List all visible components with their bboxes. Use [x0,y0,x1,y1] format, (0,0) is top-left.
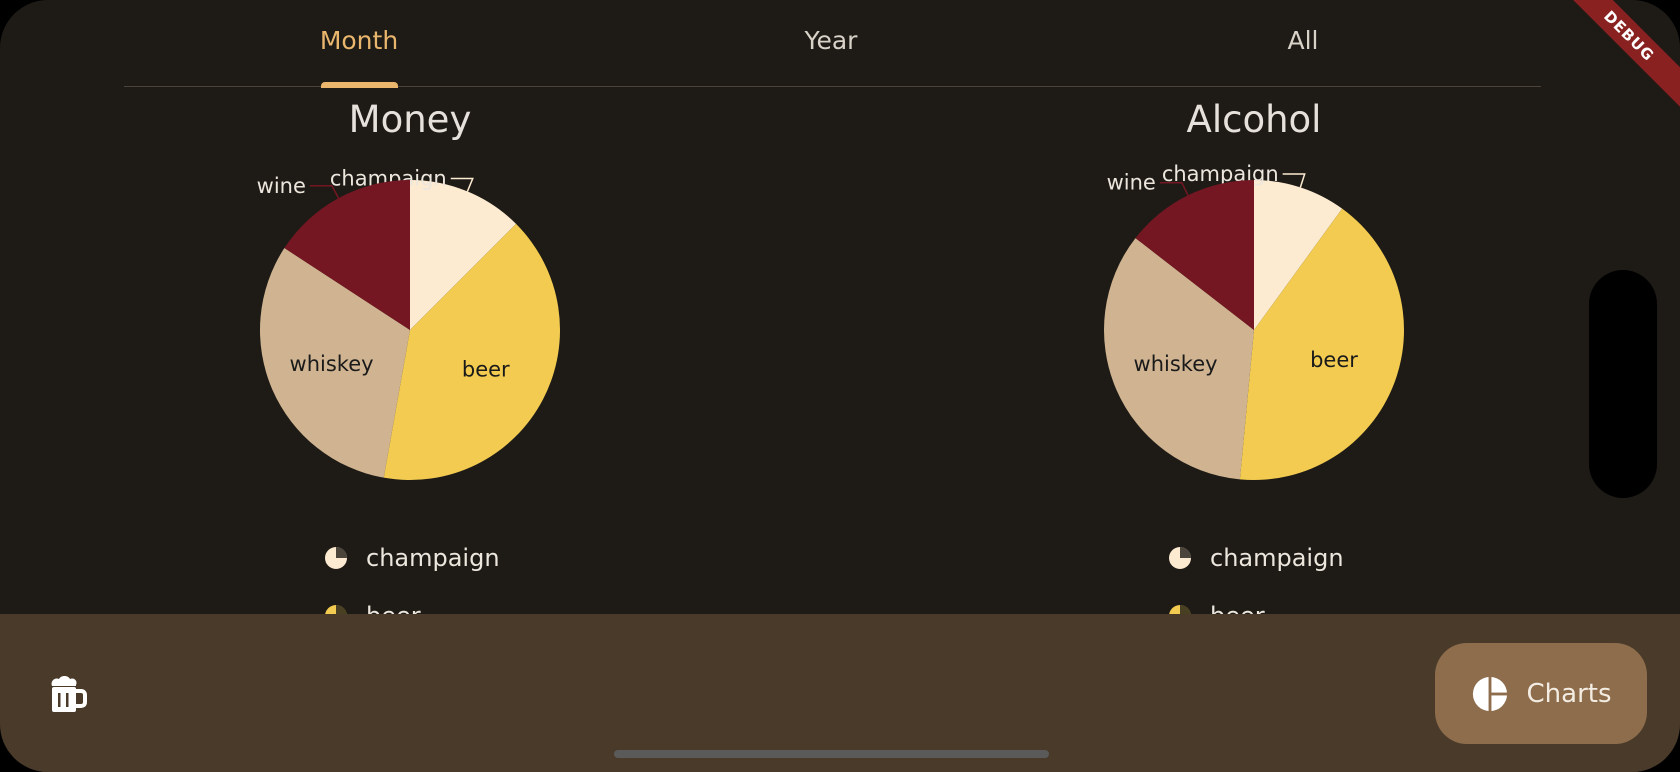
pie-legend-icon [325,547,347,569]
money-pie-chart: champaignbeerwhiskeywine [257,166,560,480]
slice-label-beer: beer [1310,348,1358,372]
tab-all[interactable]: All [1288,26,1319,55]
legend-label: champaign [366,544,500,572]
pie-chart-icon [1472,675,1508,712]
slice-label-wine: wine [257,174,306,198]
app-screen: Month Year All Money champaign beer whiske… [0,0,1680,772]
home-indicator[interactable] [614,750,1049,758]
bottom-app-bar [0,614,1680,772]
charts-button[interactable]: Charts [1435,643,1647,744]
money-chart-title: Money [348,98,472,141]
alcohol-chart-title: Alcohol [1186,98,1322,141]
slice-label-whiskey: whiskey [1134,352,1218,376]
tab-month[interactable]: Month [320,26,398,55]
money-legend-item: champaign [324,543,500,573]
slice-label-whiskey: whiskey [290,352,374,376]
device-sensor-housing [1589,270,1657,498]
alcohol-legend-item: champaign [1168,543,1344,573]
slice-label-beer: beer [462,358,510,382]
pie-legend-icon [1169,547,1191,569]
charts-button-label: Charts [1526,678,1612,709]
tab-bar: Month Year All [0,0,1680,88]
tab-indicator [321,82,398,88]
slice-label-wine: wine [1107,171,1156,195]
beer-mug-icon[interactable] [46,672,88,714]
alcohol-pie-chart: champaignbeerwhiskeywine [1104,162,1404,480]
legend-label: champaign [1210,544,1344,572]
tab-year[interactable]: Year [805,26,858,55]
